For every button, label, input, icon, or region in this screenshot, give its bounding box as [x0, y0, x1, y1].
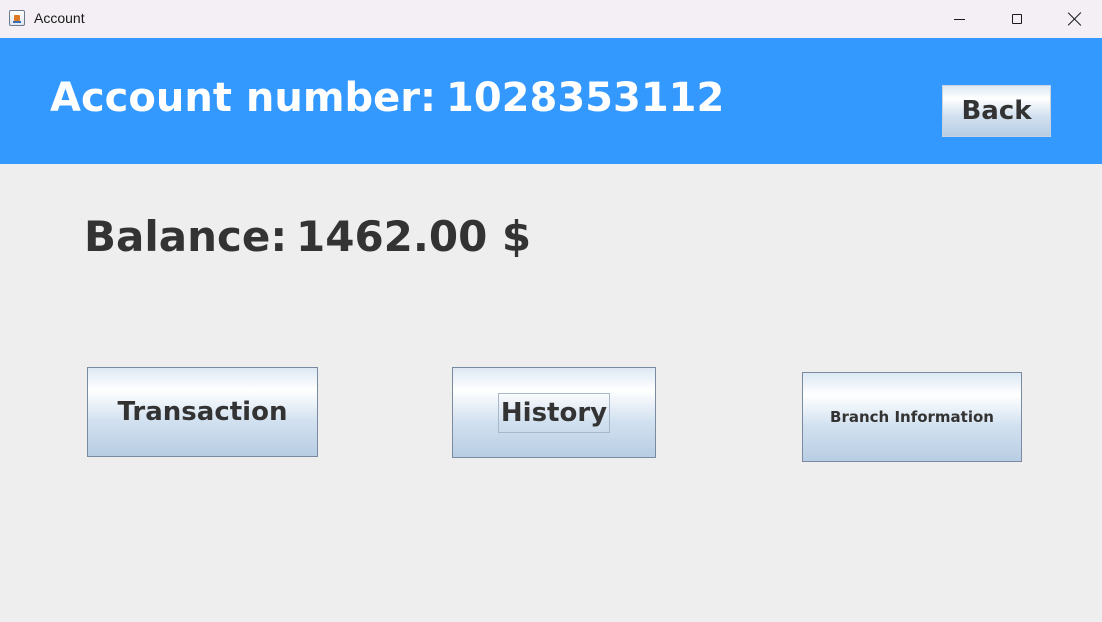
history-button-label: History	[497, 392, 611, 433]
title-bar: Account	[0, 0, 1102, 39]
close-button[interactable]	[1046, 0, 1102, 38]
minimize-icon	[953, 18, 965, 20]
history-button[interactable]: History	[452, 367, 656, 458]
account-number-label: Account number:	[50, 75, 436, 121]
maximize-icon	[1012, 14, 1022, 24]
java-app-icon	[9, 10, 25, 26]
minimize-button[interactable]	[930, 0, 988, 38]
balance-value: 1462.00 $	[296, 212, 532, 261]
back-button[interactable]: Back	[942, 85, 1051, 137]
branch-information-button[interactable]: Branch Information	[802, 372, 1022, 462]
transaction-button[interactable]: Transaction	[87, 367, 318, 457]
balance-label: Balance:	[84, 212, 288, 261]
close-icon	[1068, 12, 1082, 26]
account-header: Account number: 1028353112	[0, 38, 1102, 164]
window-title: Account	[34, 10, 85, 26]
maximize-button[interactable]	[988, 0, 1046, 38]
account-number-value: 1028353112	[446, 75, 725, 121]
